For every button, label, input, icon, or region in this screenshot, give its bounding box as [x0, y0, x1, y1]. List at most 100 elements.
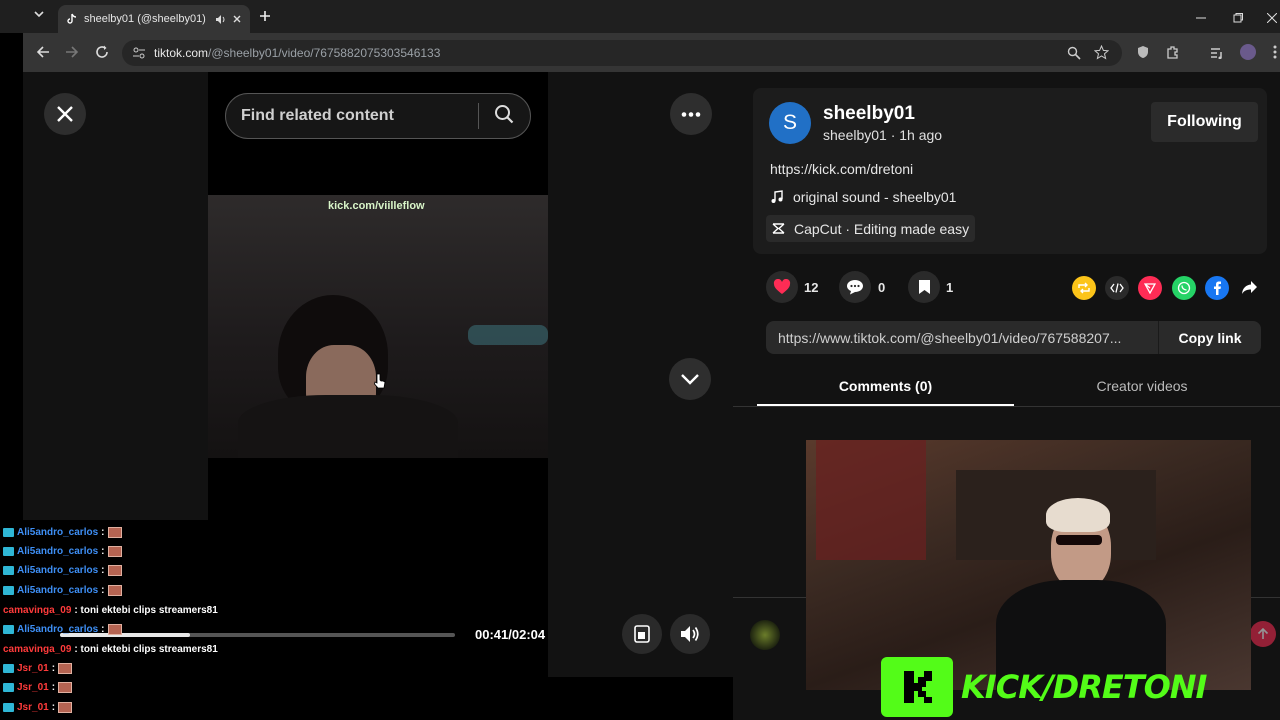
chat-badge-icon — [3, 586, 14, 595]
tab-list-chevron-icon[interactable] — [33, 8, 45, 23]
share-whatsapp-button[interactable] — [1172, 276, 1196, 300]
back-icon[interactable] — [36, 45, 50, 64]
zoom-icon[interactable] — [1067, 46, 1081, 63]
webcam-streamer-hair — [1046, 498, 1110, 532]
close-player-button[interactable] — [44, 93, 86, 135]
video-frame: kick.com/viilleflow — [208, 195, 548, 458]
related-search-input[interactable]: Find related content — [226, 107, 478, 125]
browser-tab[interactable]: sheelby01 (@sheelby01) | TikTok — [58, 5, 250, 33]
more-options-button[interactable] — [670, 93, 712, 135]
copy-link-button[interactable]: Copy link — [1158, 321, 1261, 354]
bookmark-star-icon[interactable] — [1093, 44, 1110, 63]
description-link[interactable]: https://kick.com/dretoni — [770, 161, 913, 177]
comment-count: 0 — [878, 280, 886, 295]
music-note-icon — [771, 190, 783, 209]
streamer-webcam-overlay — [806, 440, 1251, 690]
chat-message: Ali5andro_carlos: — [3, 527, 122, 538]
chat-badge-icon — [3, 703, 14, 712]
share-facebook-button[interactable] — [1205, 276, 1229, 300]
lamp-glow — [468, 325, 548, 345]
chat-emote-icon — [58, 682, 73, 693]
chat-emote-icon — [58, 663, 73, 674]
code-icon — [1110, 283, 1124, 293]
profile-avatar-icon[interactable] — [1240, 44, 1256, 60]
chat-badge-icon — [3, 566, 14, 575]
chat-username: Ali5andro_carlos — [17, 546, 99, 557]
chat-text: : — [101, 546, 105, 557]
creator-name[interactable]: sheelby01 — [823, 103, 915, 125]
chat-emote-icon — [107, 565, 122, 576]
floating-player-button[interactable] — [622, 614, 662, 654]
chat-username: Jsr_01 — [17, 682, 49, 693]
chat-emote-icon — [58, 702, 73, 713]
chat-message: Ali5andro_carlos: — [3, 546, 122, 557]
following-button[interactable]: Following — [1151, 102, 1258, 142]
close-window-icon[interactable] — [1266, 10, 1278, 28]
mouse-cursor-icon — [374, 373, 386, 394]
browser-menu-icon[interactable] — [1273, 45, 1277, 64]
search-icon[interactable] — [479, 104, 514, 129]
chat-badge-icon — [3, 625, 14, 634]
save-count: 1 — [946, 280, 954, 295]
volume-button[interactable] — [670, 614, 710, 654]
streamer-body — [238, 395, 458, 458]
tab-creator-videos[interactable]: Creator videos — [1014, 378, 1270, 394]
share-link-url[interactable]: https://www.tiktok.com/@sheelby01/video/… — [766, 330, 1158, 346]
chat-message: Ali5andro_carlos: — [3, 585, 122, 596]
tiktok-favicon-icon — [67, 13, 77, 24]
chat-username: camavinga_09 — [3, 605, 72, 616]
related-search-box[interactable]: Find related content — [225, 93, 531, 139]
like-button[interactable] — [766, 271, 798, 303]
webcam-wall-red — [816, 440, 926, 560]
minimize-icon[interactable] — [1196, 10, 1206, 28]
repost-icon — [1078, 282, 1090, 294]
avatar[interactable]: S — [769, 102, 811, 144]
tab-title: sheelby01 (@sheelby01) | TikTok — [84, 13, 209, 25]
stream-chat-overlay: Ali5andro_carlos: Ali5andro_carlos: Ali5an… — [0, 520, 240, 720]
shield-extension-icon[interactable] — [1137, 45, 1149, 64]
repost-button[interactable] — [1072, 276, 1096, 300]
arrow-up-icon — [1257, 628, 1269, 639]
chat-emote-icon — [107, 624, 122, 635]
send-to-friends-button[interactable] — [1138, 276, 1162, 300]
scroll-top-button[interactable] — [1250, 621, 1276, 647]
tab-close-icon[interactable] — [232, 14, 242, 24]
chevron-down-icon — [681, 374, 699, 385]
chat-username: Ali5andro_carlos — [17, 565, 99, 576]
media-control-icon[interactable] — [1210, 46, 1224, 64]
comment-button[interactable] — [839, 271, 871, 303]
reload-icon[interactable] — [95, 45, 109, 64]
chat-message: Ali5andro_carlos: — [3, 624, 122, 635]
chat-badge-icon — [3, 683, 14, 692]
url-host: tiktok.com — [154, 46, 209, 60]
sound-link[interactable]: original sound - sheelby01 — [793, 189, 956, 205]
new-tab-icon[interactable] — [259, 9, 271, 27]
address-bar[interactable]: tiktok.com/@sheelby01/video/767588207530… — [122, 40, 1122, 66]
chat-username: Ali5andro_carlos — [17, 624, 99, 635]
restore-icon[interactable] — [1233, 10, 1243, 28]
save-button[interactable] — [908, 271, 940, 303]
chat-message: camavinga_09: toni ektebi clips streamer… — [3, 605, 218, 616]
site-info-icon[interactable] — [132, 46, 146, 63]
chat-text: : — [51, 702, 56, 713]
capcut-label: CapCut · Editing made easy — [794, 220, 970, 237]
playback-time: 00:41/02:04 — [475, 627, 546, 642]
bookmark-icon — [918, 280, 930, 294]
tab-comments[interactable]: Comments (0) — [757, 378, 1014, 394]
capcut-chip[interactable]: CapCut · Editing made easy — [766, 215, 975, 242]
chat-username: Ali5andro_carlos — [17, 527, 99, 538]
active-tab-indicator — [757, 404, 1014, 406]
close-icon — [57, 106, 73, 122]
share-more-icon[interactable] — [1241, 280, 1258, 300]
embed-button[interactable] — [1105, 276, 1129, 300]
more-horizontal-icon — [681, 111, 701, 117]
extensions-icon[interactable] — [1166, 45, 1180, 64]
chat-username: Jsr_01 — [17, 663, 49, 674]
browser-tab-bar: sheelby01 (@sheelby01) | TikTok — [0, 0, 1280, 33]
chat-badge-icon — [3, 547, 14, 556]
forward-icon[interactable] — [65, 45, 79, 64]
chat-text: : — [101, 527, 105, 538]
tab-audio-icon[interactable] — [215, 14, 226, 25]
chat-badge-icon — [3, 528, 14, 537]
next-video-button[interactable] — [669, 358, 711, 400]
